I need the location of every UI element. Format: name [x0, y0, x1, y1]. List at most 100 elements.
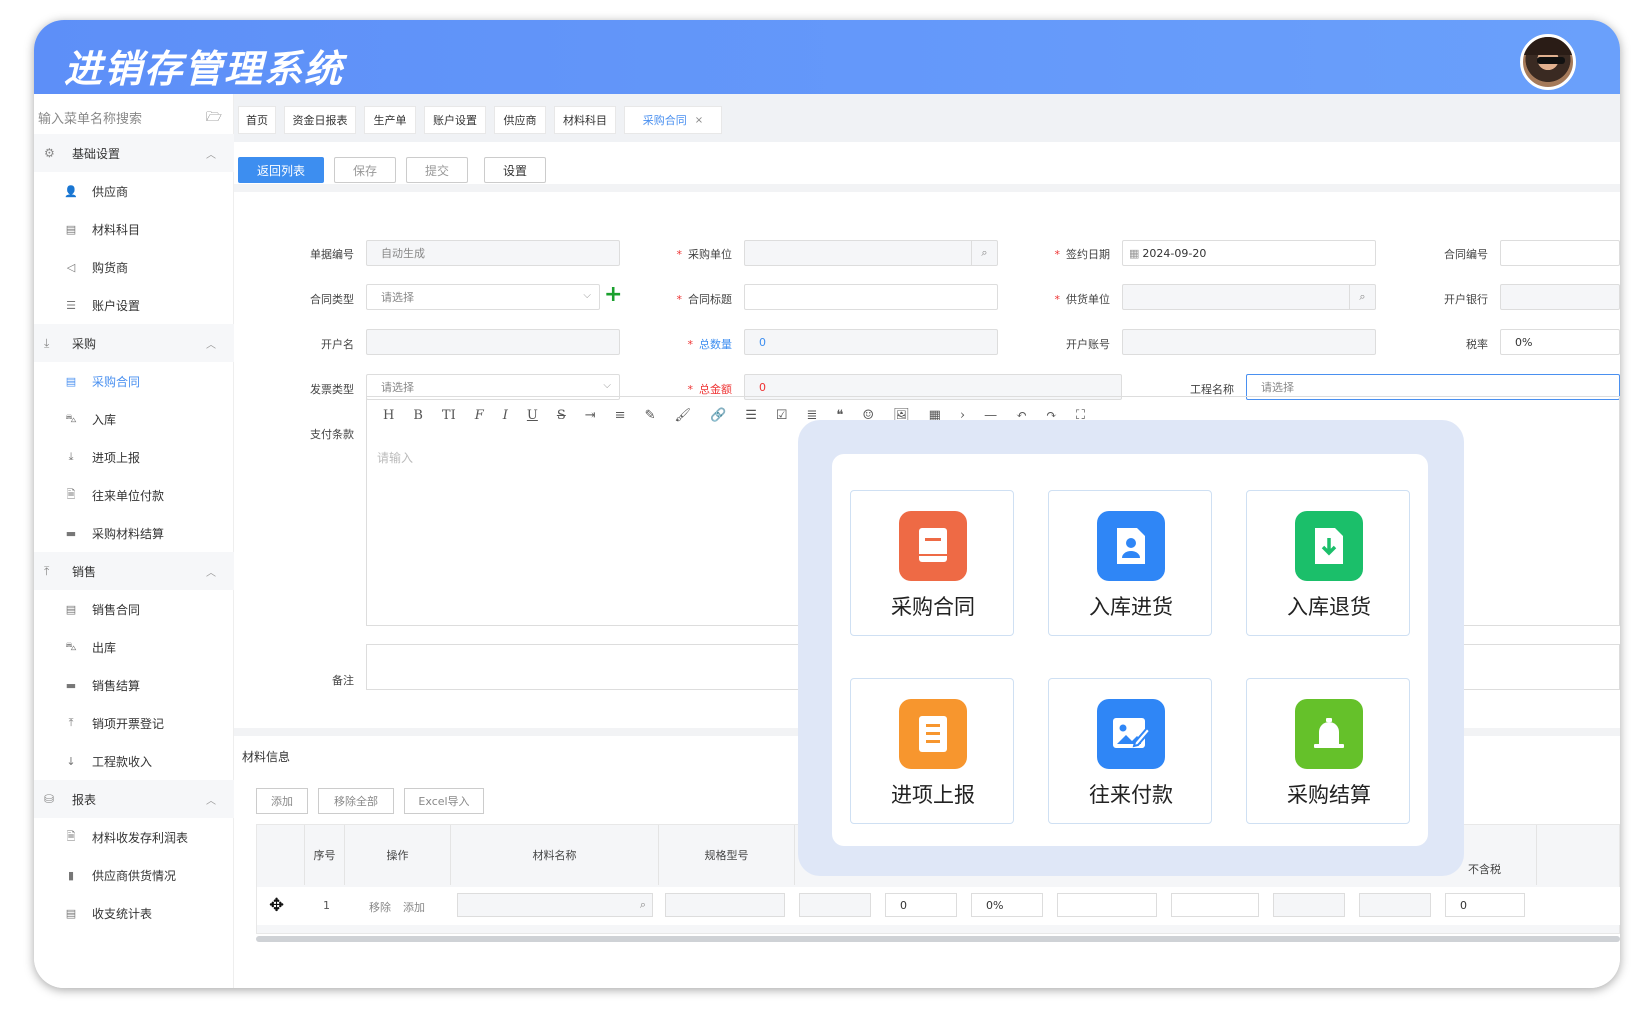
settings-button[interactable]: 设置: [484, 157, 546, 183]
total-qty-field[interactable]: 0: [744, 329, 998, 355]
supplier-field[interactable]: ⌕: [1122, 284, 1376, 310]
sidebar-item-supplier[interactable]: 👤 供应商: [34, 172, 234, 210]
untaxed-input[interactable]: 0: [1445, 893, 1525, 917]
add-contract-type-icon[interactable]: +: [604, 282, 622, 307]
sidebar-item-sales-settlement[interactable]: ▬ 销售结算: [34, 666, 234, 704]
drag-handle-icon[interactable]: ✥: [269, 895, 284, 916]
tax-input[interactable]: [1273, 893, 1345, 917]
underline-icon[interactable]: U: [527, 408, 538, 423]
sidebar-item-buyer[interactable]: ◁ 购货商: [34, 248, 234, 286]
card-input-report[interactable]: 进项上报: [850, 678, 1014, 824]
row-remove-link[interactable]: 移除: [369, 899, 391, 915]
heading-icon[interactable]: H: [383, 408, 394, 423]
card-label: 采购合同: [891, 595, 975, 619]
account-no-field[interactable]: [1122, 329, 1376, 355]
sidebar-group-reports[interactable]: ⛁ 报表 ︿: [34, 780, 234, 818]
tab-account-settings[interactable]: 账户设置: [424, 106, 486, 134]
card-purchase-settlement[interactable]: 采购结算: [1246, 678, 1410, 824]
sidebar-item-purchase-settlement[interactable]: ▬ 采购材料结算: [34, 514, 234, 552]
amount-input[interactable]: [1171, 893, 1259, 917]
chevron-up-icon: ︿: [206, 339, 216, 351]
qty-input[interactable]: 0: [885, 893, 957, 917]
contract-title-field[interactable]: [744, 284, 998, 310]
account-name-field[interactable]: [366, 329, 620, 355]
close-icon[interactable]: ×: [695, 115, 703, 126]
menu-search-input[interactable]: 输入菜单名称搜索 🗁: [38, 108, 228, 130]
submit-button[interactable]: 提交: [406, 157, 468, 183]
purchaser-field[interactable]: ⌕: [744, 240, 998, 266]
tax-rate-field[interactable]: 0%: [1500, 329, 1620, 355]
line-height-icon[interactable]: ≡: [615, 408, 626, 423]
sidebar-item-stock-in[interactable]: ⛍ 入库: [34, 400, 234, 438]
sidebar-item-material-subject[interactable]: ▤ 材料科目: [34, 210, 234, 248]
sign-date-field[interactable]: ▦ 2024-09-20: [1122, 240, 1376, 266]
card-stock-in[interactable]: 入库进货: [1048, 490, 1212, 636]
tax-amount-input[interactable]: [1359, 893, 1431, 917]
remove-all-button[interactable]: 移除全部: [318, 788, 394, 814]
doc-no-field[interactable]: 自动生成: [366, 240, 620, 266]
sidebar-item-payment[interactable]: 🗎 往来单位付款: [34, 476, 234, 514]
sidebar-item-inventory-profit[interactable]: 🗎 材料收发存利润表: [34, 818, 234, 856]
sidebar-item-purchase-contract[interactable]: ▤ 采购合同: [34, 362, 234, 400]
tab-material-subject[interactable]: 材料科目: [554, 106, 616, 134]
sidebar-item-supplier-supply[interactable]: ▮ 供应商供货情况: [34, 856, 234, 894]
price-input[interactable]: [1057, 893, 1157, 917]
bank-field[interactable]: [1500, 284, 1620, 310]
sidebar-group-purchase[interactable]: ⤓ 采购 ︿: [34, 324, 234, 362]
horizontal-scrollbar[interactable]: [256, 936, 1620, 942]
sidebar-group-sales[interactable]: ⤒ 销售 ︿: [34, 552, 234, 590]
sidebar-item-label: 进项上报: [92, 450, 141, 465]
strikethrough-icon[interactable]: S: [557, 408, 566, 423]
link-icon[interactable]: 🔗: [710, 408, 726, 423]
tax-rate-input[interactable]: 0%: [971, 893, 1043, 917]
pen-icon[interactable]: ✎: [645, 408, 656, 423]
search-icon[interactable]: ⌕: [971, 241, 997, 265]
sidebar-item-account-settings[interactable]: ☰ 账户设置: [34, 286, 234, 324]
tab-purchase-contract[interactable]: 采购合同 ×: [624, 106, 722, 134]
folder-icon[interactable]: 🗁: [206, 108, 222, 130]
font-family-icon[interactable]: F: [475, 408, 484, 423]
save-button[interactable]: 保存: [334, 157, 396, 183]
spec-input[interactable]: [665, 893, 785, 917]
search-icon[interactable]: ⌕: [640, 898, 646, 912]
sidebar-item-invoice-register[interactable]: ⤒ 销项开票登记: [34, 704, 234, 742]
font-size-icon[interactable]: TI: [442, 408, 456, 423]
contract-no-field[interactable]: [1500, 240, 1620, 266]
sidebar-item-income-stats[interactable]: ▤ 收支统计表: [34, 894, 234, 932]
material-name-input[interactable]: ⌕: [457, 893, 653, 917]
add-material-button[interactable]: 添加: [256, 788, 308, 814]
purchaser-label: * 采购单位: [676, 248, 733, 261]
sidebar-item-input-report[interactable]: ⤓ 进项上报: [34, 438, 234, 476]
tab-fund-daily[interactable]: 资金日报表: [284, 106, 356, 134]
italic-icon[interactable]: I: [503, 408, 508, 423]
row-add-link[interactable]: 添加: [403, 899, 425, 915]
bold-icon[interactable]: B: [413, 408, 423, 423]
sidebar-group-label: 销售: [72, 564, 97, 579]
unit-input[interactable]: [799, 893, 871, 917]
back-to-list-button[interactable]: 返回列表: [238, 157, 324, 183]
indent-icon[interactable]: ⇥: [585, 408, 596, 423]
search-icon[interactable]: ⌕: [1349, 285, 1375, 309]
sidebar-item-label: 账户设置: [92, 298, 141, 313]
sidebar-item-stock-out[interactable]: ⛍ 出库: [34, 628, 234, 666]
sidebar-item-project-income[interactable]: ↓ 工程款收入: [34, 742, 234, 780]
excel-import-button[interactable]: Excel导入: [404, 788, 484, 814]
list-icon[interactable]: ☰: [745, 408, 757, 423]
card-label: 入库退货: [1287, 595, 1371, 619]
card-purchase-contract[interactable]: 采购合同: [850, 490, 1014, 636]
sidebar-group-basic[interactable]: ⚙ 基础设置 ︿: [34, 134, 234, 172]
contract-type-select[interactable]: 请选择 ⌵: [366, 284, 600, 310]
tab-supplier[interactable]: 供应商: [494, 106, 546, 134]
card-label: 采购结算: [1287, 783, 1371, 807]
header-bar: 进销存管理系统: [34, 20, 1620, 94]
sidebar-item-sales-contract[interactable]: ▤ 销售合同: [34, 590, 234, 628]
tab-production[interactable]: 生产单: [364, 106, 416, 134]
checkbox-icon[interactable]: ☑: [776, 408, 788, 423]
card-payment[interactable]: 往来付款: [1048, 678, 1212, 824]
avatar[interactable]: [1520, 34, 1576, 90]
card-stock-return[interactable]: 入库退货: [1246, 490, 1410, 636]
tab-home[interactable]: 首页: [238, 106, 276, 134]
bag-icon: ⛍: [65, 639, 77, 653]
brush-icon[interactable]: 🖌: [674, 408, 691, 423]
total-qty-label: * 总数量: [687, 338, 733, 351]
